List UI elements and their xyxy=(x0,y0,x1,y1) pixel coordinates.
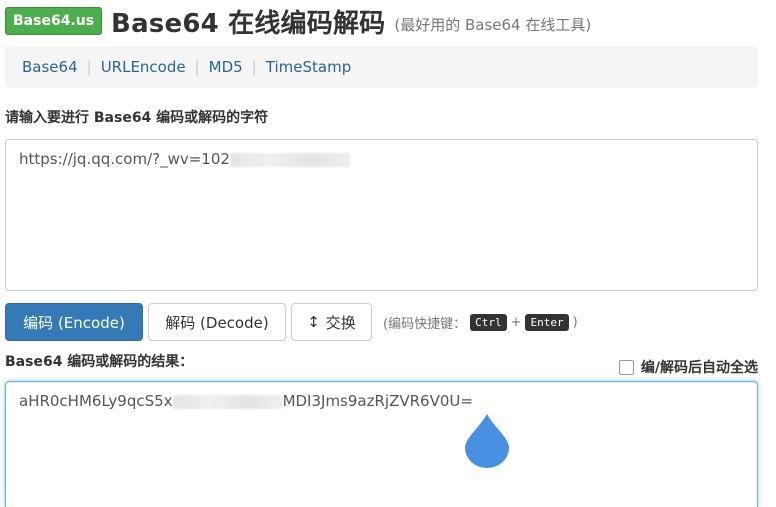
hint-suffix: ) xyxy=(572,314,578,330)
output-text-end: MDI3Jms9azRjZVR6V0U= xyxy=(282,392,473,410)
nav-separator: | xyxy=(251,58,257,76)
page-subtitle: (最好用的 Base64 在线工具) xyxy=(394,15,592,34)
redacted-text xyxy=(172,394,283,409)
page-title: Base64 在线编码解码 xyxy=(111,8,386,39)
encode-button[interactable]: 编码 (Encode) xyxy=(5,303,143,341)
nav-link-timestamp[interactable]: TimeStamp xyxy=(266,58,351,76)
redacted-text xyxy=(229,152,350,167)
site-logo[interactable]: Base64.us xyxy=(5,7,103,35)
header: Base64.us Base64 在线编码解码 (最好用的 Base64 在线工… xyxy=(5,4,592,39)
nav-link-urlencode[interactable]: URLEncode xyxy=(101,58,186,76)
hint-prefix: (编码快捷键： xyxy=(383,316,467,332)
swap-label: 交换 xyxy=(325,313,356,332)
input-label: 请输入要进行 Base64 编码或解码的字符 xyxy=(5,110,269,126)
auto-select-label: 编/解码后自动全选 xyxy=(640,360,758,376)
auto-select-option[interactable]: 编/解码后自动全选 xyxy=(618,357,758,377)
shortcut-hint: (编码快捷键： Ctrl + Enter ) xyxy=(383,313,578,332)
input-textarea[interactable]: https://jq.qq.com/?_wv=102 xyxy=(5,139,758,291)
decode-button[interactable]: 解码 (Decode) xyxy=(148,303,286,341)
ctrl-key: Ctrl xyxy=(470,313,507,331)
action-bar: 编码 (Encode) 解码 (Decode) ↕ 交换 (编码快捷键： Ctr… xyxy=(5,303,578,341)
nav-separator: | xyxy=(194,58,200,76)
nav-bar: Base64 | URLEncode | MD5 | TimeStamp xyxy=(5,46,758,88)
swap-button[interactable]: ↕ 交换 xyxy=(291,303,372,341)
enter-key: Enter xyxy=(525,313,569,331)
output-textarea[interactable]: aHR0cHM6Ly9qcS5x MDI3Jms9azRjZVR6V0U= xyxy=(5,381,758,507)
hint-plus: + xyxy=(510,314,522,330)
nav-separator: | xyxy=(86,58,92,76)
result-label: Base64 编码或解码的结果： xyxy=(5,354,194,370)
input-text: https://jq.qq.com/?_wv=102 xyxy=(19,150,230,168)
swap-arrows-icon: ↕ xyxy=(307,313,320,331)
auto-select-checkbox[interactable] xyxy=(618,359,634,375)
text-cursor-handle-icon[interactable] xyxy=(463,412,511,468)
output-text-start: aHR0cHM6Ly9qcS5x xyxy=(19,392,173,410)
nav-link-base64[interactable]: Base64 xyxy=(22,58,78,76)
nav-link-md5[interactable]: MD5 xyxy=(209,58,243,76)
